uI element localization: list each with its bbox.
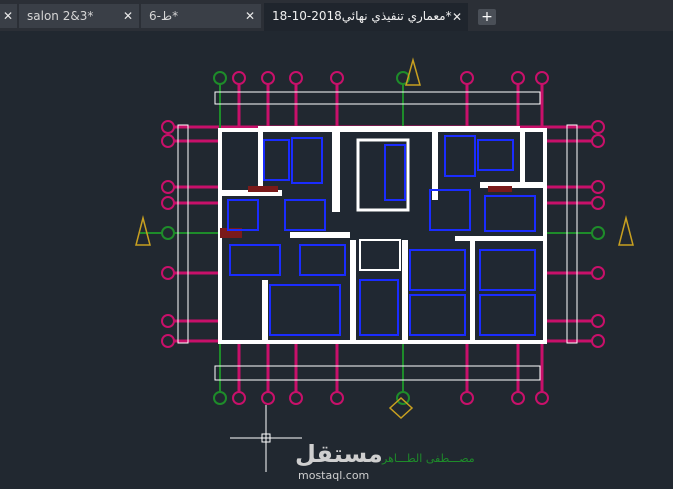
- tab-label: 18-10-2018معماري تنفيذي نهائي*: [272, 9, 452, 23]
- close-icon[interactable]: ✕: [123, 4, 133, 28]
- watermark-brand: مستقل: [295, 440, 383, 468]
- watermark-url: mostaql.com: [298, 469, 370, 482]
- document-tab-bar: ✕ salon 2&3* ✕ ط-6* ✕ 18-10-2018معماري ت…: [0, 0, 673, 31]
- close-icon[interactable]: ✕: [452, 4, 462, 30]
- tab-label: salon 2&3*: [27, 9, 94, 23]
- new-tab-button[interactable]: +: [478, 9, 496, 25]
- drawing-canvas[interactable]: [0, 31, 673, 489]
- signature-text: مصـــطفى الطـــاهر: [382, 452, 475, 465]
- tab-label: ط-6*: [149, 9, 179, 23]
- close-icon[interactable]: ✕: [3, 4, 13, 28]
- close-icon[interactable]: ✕: [245, 4, 255, 28]
- building-plan: [218, 126, 547, 344]
- tab-t6[interactable]: ط-6* ✕: [141, 4, 261, 28]
- tab-active-drawing[interactable]: 18-10-2018معماري تنفيذي نهائي* ✕: [264, 3, 468, 31]
- tab-salon[interactable]: salon 2&3* ✕: [19, 4, 139, 28]
- tab-partial[interactable]: ✕: [0, 4, 17, 28]
- crosshair-cursor-icon: [230, 405, 302, 472]
